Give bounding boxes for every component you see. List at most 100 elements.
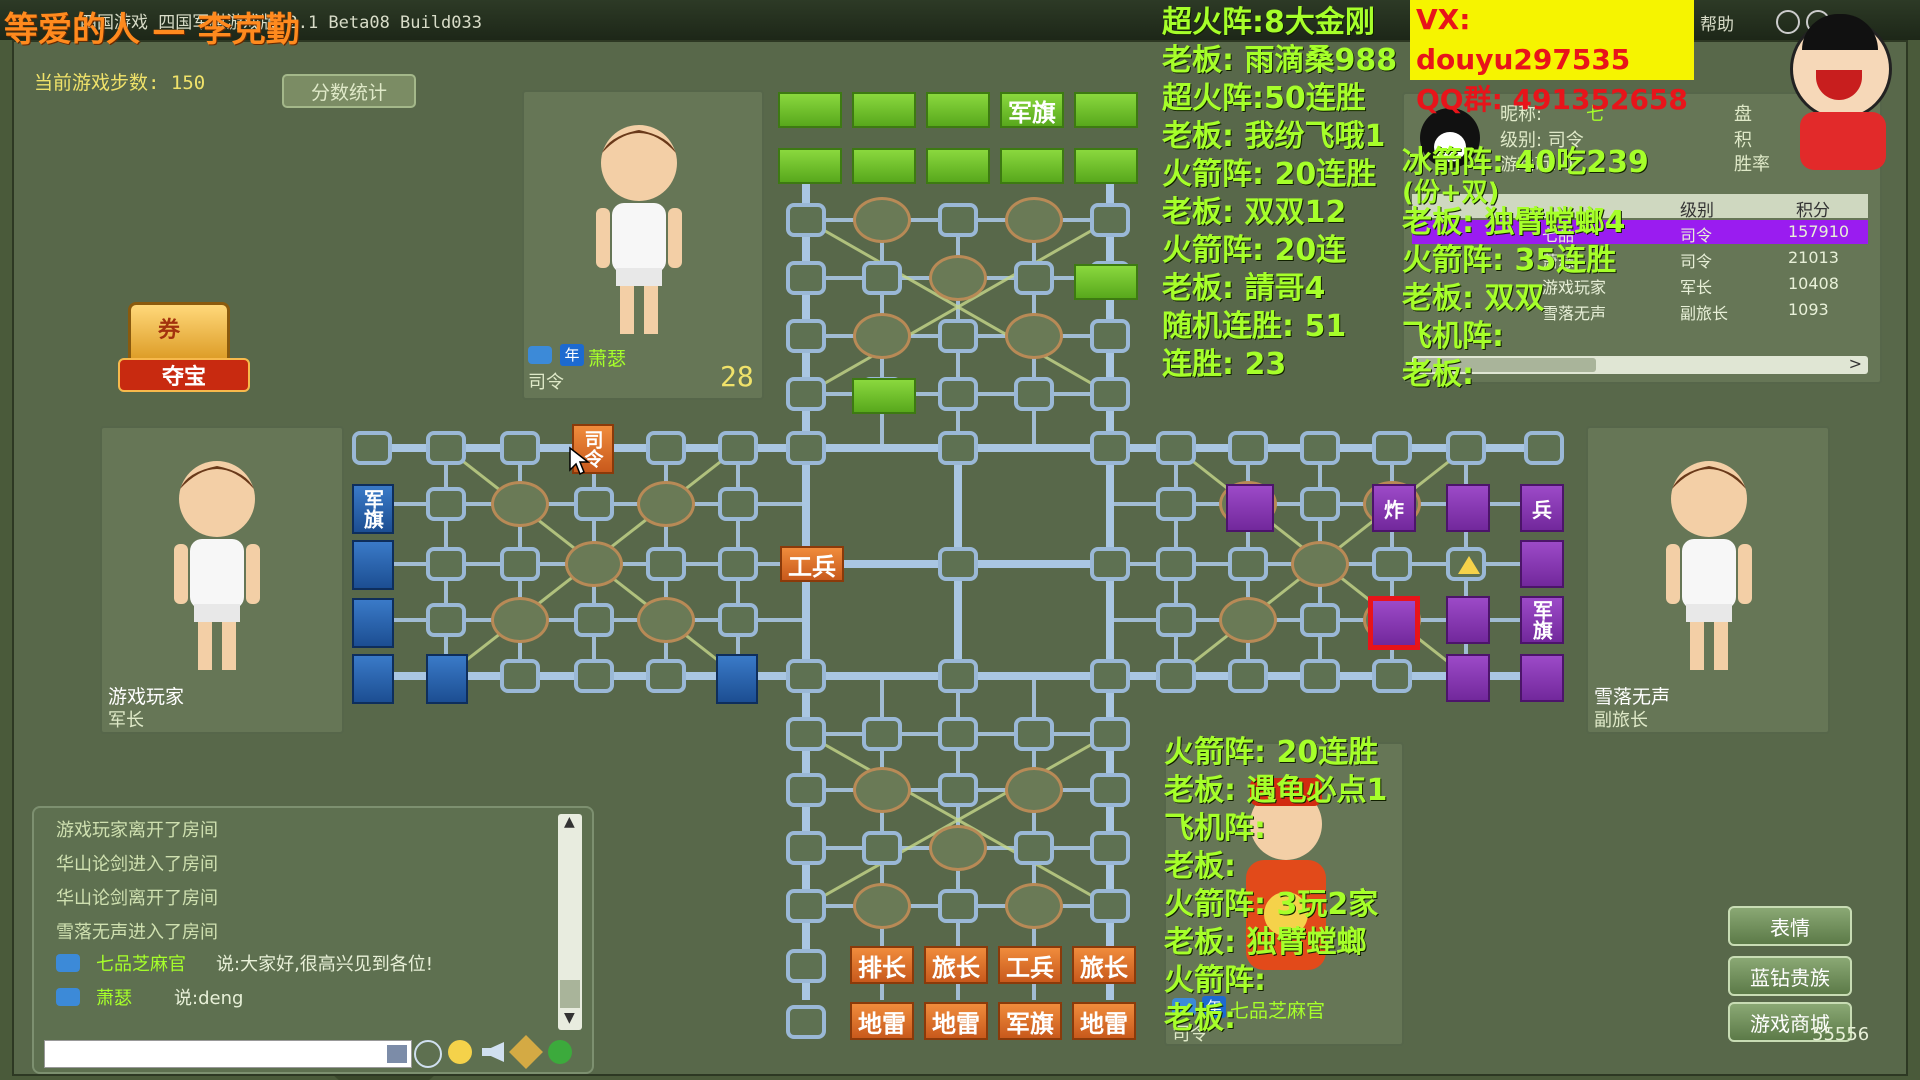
board-post[interactable]: [862, 717, 902, 751]
board-post[interactable]: [1300, 603, 1340, 637]
board-post[interactable]: [1446, 431, 1486, 465]
board-post[interactable]: [938, 889, 978, 923]
speaker-icon[interactable]: [482, 1042, 504, 1062]
board-post[interactable]: [1090, 431, 1130, 465]
board-post[interactable]: [426, 547, 466, 581]
piece-hidden-blue[interactable]: [716, 654, 758, 704]
board-post[interactable]: [1300, 659, 1340, 693]
board-post[interactable]: [1524, 431, 1564, 465]
board-post[interactable]: [426, 431, 466, 465]
piece-landmine[interactable]: 地雷: [850, 1002, 914, 1040]
board-post[interactable]: [1156, 659, 1196, 693]
board-post[interactable]: [574, 659, 614, 693]
board-post[interactable]: [574, 487, 614, 521]
board-camp[interactable]: [853, 883, 911, 929]
board-post[interactable]: [786, 377, 826, 411]
board-post[interactable]: [786, 319, 826, 353]
board-post[interactable]: [1156, 603, 1196, 637]
piece-hidden-blue[interactable]: [352, 598, 394, 648]
board-camp[interactable]: [853, 313, 911, 359]
board-post[interactable]: [1090, 319, 1130, 353]
piece-flag-left[interactable]: 军旗: [352, 484, 394, 534]
piece-hidden-purple[interactable]: [1226, 484, 1274, 532]
piece-hidden-blue[interactable]: [352, 654, 394, 704]
piece-platoon[interactable]: 排长: [850, 946, 914, 984]
speech-bubble-icon[interactable]: [414, 1040, 442, 1068]
board-camp[interactable]: [491, 481, 549, 527]
chat-input[interactable]: [44, 1040, 412, 1068]
piece-hidden-green[interactable]: [1074, 264, 1138, 300]
scrollbar-thumb[interactable]: [560, 980, 580, 1008]
board-post[interactable]: [718, 487, 758, 521]
board-post[interactable]: [1156, 547, 1196, 581]
board-post[interactable]: [786, 261, 826, 295]
chevron-up-icon[interactable]: ▲: [564, 814, 575, 830]
board-post[interactable]: [938, 431, 978, 465]
board-post[interactable]: [786, 773, 826, 807]
board-post[interactable]: [862, 261, 902, 295]
piece-engineer[interactable]: 工兵: [780, 546, 844, 582]
piece-hidden-purple[interactable]: [1446, 484, 1490, 532]
piece-hidden-green[interactable]: [852, 148, 916, 184]
board-camp[interactable]: [491, 597, 549, 643]
board-camp[interactable]: [1005, 883, 1063, 929]
board-post[interactable]: [786, 717, 826, 751]
piece-hidden-green[interactable]: [1074, 92, 1138, 128]
board-post[interactable]: [426, 487, 466, 521]
piece-hidden-blue[interactable]: [426, 654, 468, 704]
board-post[interactable]: [938, 717, 978, 751]
emoji-button[interactable]: 表情: [1728, 906, 1852, 946]
board-post[interactable]: [1372, 659, 1412, 693]
board-post[interactable]: [938, 203, 978, 237]
board-post[interactable]: [500, 431, 540, 465]
board-post[interactable]: [646, 547, 686, 581]
piece-landmine[interactable]: 地雷: [924, 1002, 988, 1040]
globe-icon[interactable]: [548, 1040, 572, 1064]
board-post[interactable]: [718, 547, 758, 581]
piece-brigadier[interactable]: 旅长: [924, 946, 988, 984]
piece-hidden-green[interactable]: [852, 378, 916, 414]
piece-bomb[interactable]: 炸: [1372, 484, 1416, 532]
board-post[interactable]: [1372, 431, 1412, 465]
piece-hidden-blue[interactable]: [352, 540, 394, 590]
board-camp[interactable]: [565, 541, 623, 587]
wrench-icon[interactable]: [509, 1035, 543, 1069]
board-post[interactable]: [1090, 889, 1130, 923]
chat-sender[interactable]: 萧瑟: [96, 984, 132, 1010]
board-post[interactable]: [786, 659, 826, 693]
piece-hidden-green[interactable]: [1074, 148, 1138, 184]
board-post[interactable]: [938, 547, 978, 581]
piece-brigadier[interactable]: 旅长: [1072, 946, 1136, 984]
piece-flag-top[interactable]: 军旗: [1000, 92, 1064, 128]
chat-sender[interactable]: 七品芝麻官: [96, 950, 186, 976]
board-post[interactable]: [938, 659, 978, 693]
board-post[interactable]: [786, 1005, 826, 1039]
board-camp[interactable]: [853, 767, 911, 813]
board-post[interactable]: [938, 377, 978, 411]
board-post[interactable]: [1228, 659, 1268, 693]
board-post[interactable]: [1156, 431, 1196, 465]
piece-soldier[interactable]: 兵: [1520, 484, 1564, 532]
board-post[interactable]: [938, 773, 978, 807]
board-post[interactable]: [500, 547, 540, 581]
board-post[interactable]: [352, 431, 392, 465]
board-post[interactable]: [786, 949, 826, 983]
board-camp[interactable]: [1005, 197, 1063, 243]
board-post[interactable]: [1014, 831, 1054, 865]
board-post[interactable]: [1090, 659, 1130, 693]
piece-hidden-green[interactable]: [926, 148, 990, 184]
board-camp[interactable]: [1219, 597, 1277, 643]
piece-landmine[interactable]: 地雷: [1072, 1002, 1136, 1040]
board-post[interactable]: [1300, 487, 1340, 521]
board-post[interactable]: [786, 831, 826, 865]
board-camp[interactable]: [1005, 767, 1063, 813]
board-post[interactable]: [1228, 547, 1268, 581]
board-post[interactable]: [1014, 377, 1054, 411]
board-camp[interactable]: [637, 597, 695, 643]
board-post[interactable]: [1300, 431, 1340, 465]
board-camp[interactable]: [1291, 541, 1349, 587]
board-post[interactable]: [646, 659, 686, 693]
board-post[interactable]: [862, 831, 902, 865]
board-post[interactable]: [718, 603, 758, 637]
board-post[interactable]: [1156, 487, 1196, 521]
